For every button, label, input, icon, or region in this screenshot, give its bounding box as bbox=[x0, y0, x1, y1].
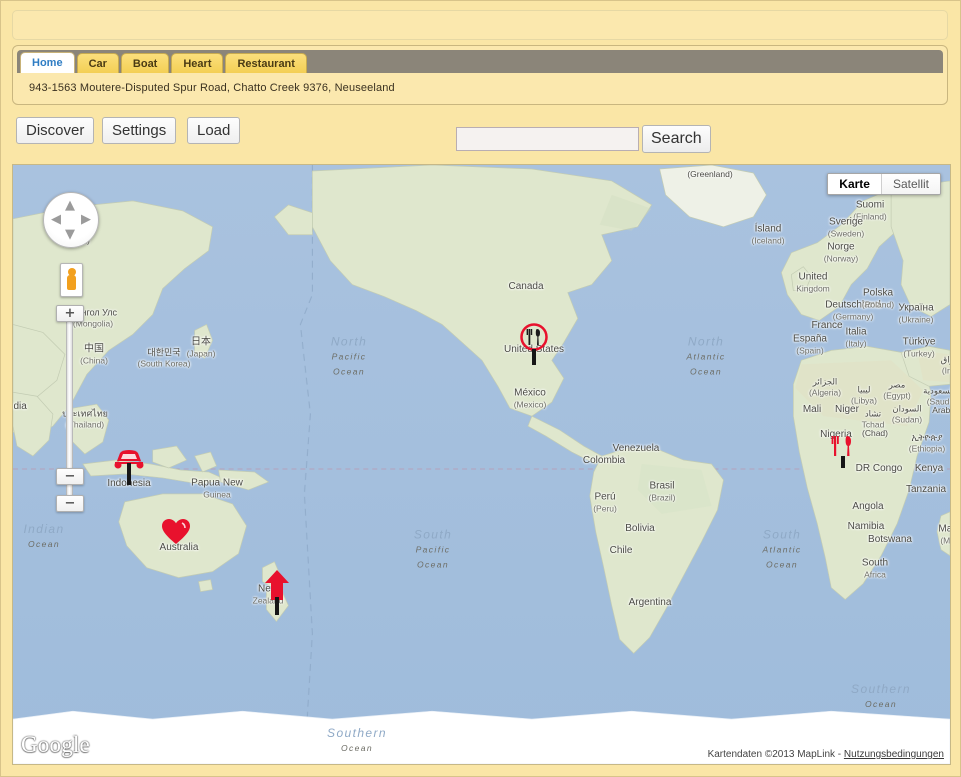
arrow-up-icon bbox=[265, 570, 289, 600]
map-zoom-control[interactable]: + − − bbox=[56, 305, 84, 520]
search-input[interactable] bbox=[456, 127, 639, 151]
world-map-graphic bbox=[13, 165, 950, 764]
tab-strip: Home Car Boat Heart Restaurant bbox=[17, 50, 943, 73]
restaurant-circle-icon bbox=[520, 323, 548, 351]
pegman-streetview-control[interactable] bbox=[60, 263, 83, 297]
settings-button[interactable]: Settings bbox=[102, 117, 177, 144]
tab-heart[interactable]: Heart bbox=[171, 53, 224, 73]
map-attribution: Kartendaten ©2013 MapLink - Nutzungsbedi… bbox=[708, 749, 944, 760]
zoom-out-button[interactable]: − bbox=[56, 495, 84, 512]
zoom-slider-handle[interactable]: − bbox=[56, 468, 84, 485]
tab-restaurant[interactable]: Restaurant bbox=[225, 53, 307, 73]
top-panel bbox=[12, 10, 948, 40]
terms-of-use-link[interactable]: Nutzungsbedingungen bbox=[844, 749, 944, 760]
pan-up-icon[interactable]: ▲ bbox=[65, 199, 75, 212]
tab-home[interactable]: Home bbox=[20, 52, 75, 73]
marker-restaurant-germany[interactable] bbox=[831, 436, 855, 468]
map-tiles bbox=[13, 165, 950, 764]
zoom-in-button[interactable]: + bbox=[56, 305, 84, 322]
load-button[interactable]: Load bbox=[187, 117, 241, 144]
pan-right-icon[interactable]: ▶ bbox=[81, 213, 91, 226]
pegman-body-icon bbox=[67, 275, 76, 290]
pan-down-icon[interactable]: ▼ bbox=[65, 228, 75, 241]
marker-heart[interactable] bbox=[162, 519, 190, 545]
google-logo: Google bbox=[21, 732, 90, 757]
map-viewport[interactable]: (Greenland)Россия(Russia)Монгол Улс(Mong… bbox=[12, 164, 951, 765]
attribution-text: Kartendaten ©2013 MapLink - bbox=[707, 749, 844, 760]
heart-icon bbox=[162, 519, 190, 544]
search-button[interactable]: Search bbox=[642, 125, 711, 153]
pan-left-icon[interactable]: ◀ bbox=[51, 213, 61, 226]
map-type-karte[interactable]: Karte bbox=[828, 174, 881, 194]
map-pan-control[interactable]: ▲ ▼ ◀ ▶ bbox=[43, 192, 99, 248]
map-type-control[interactable]: Karte Satellit bbox=[827, 173, 941, 195]
tab-boat[interactable]: Boat bbox=[120, 53, 170, 73]
fork-knife-icon bbox=[831, 436, 851, 456]
discover-button[interactable]: Discover bbox=[16, 117, 95, 144]
marker-boat[interactable] bbox=[265, 570, 289, 615]
marker-car[interactable] bbox=[112, 449, 146, 485]
tab-widget: Home Car Boat Heart Restaurant 943-1563 Mout… bbox=[12, 45, 948, 105]
application-window: Home Car Boat Heart Restaurant 943-1563 Mout… bbox=[0, 0, 961, 777]
map-type-satellit[interactable]: Satellit bbox=[880, 174, 940, 194]
marker-restaurant-usa[interactable] bbox=[520, 323, 548, 365]
tab-car[interactable]: Car bbox=[76, 53, 119, 73]
tab-panel-content: 943-1563 Moutere-Disputed Spur Road, Cha… bbox=[17, 73, 943, 102]
